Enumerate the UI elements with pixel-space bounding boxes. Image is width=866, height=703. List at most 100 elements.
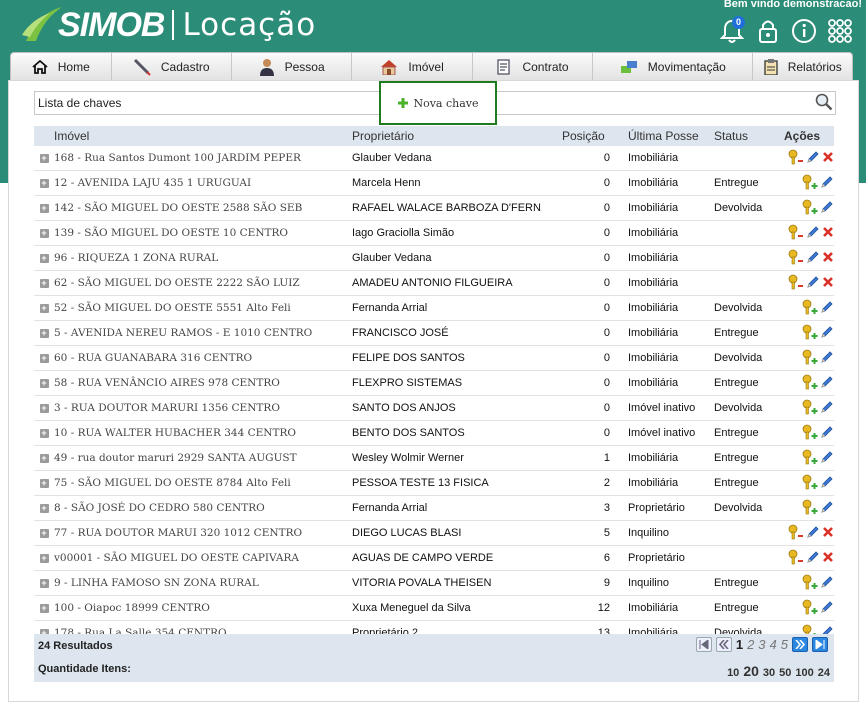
page-1[interactable]: 1 [736, 637, 743, 652]
expand-cell[interactable]: + [34, 445, 54, 471]
return-key-icon[interactable] [788, 274, 804, 293]
table-row[interactable]: +58 - RUA VENÂNCIO AIRES 978 CENTRO FLEXP… [34, 370, 834, 396]
edit-icon[interactable] [820, 400, 834, 417]
expand-plus-icon[interactable]: + [39, 428, 49, 438]
delete-icon[interactable] [822, 226, 834, 241]
nav-imovel[interactable]: Imóvel [352, 53, 473, 80]
delete-icon[interactable] [822, 151, 834, 166]
expand-cell[interactable]: + [34, 320, 54, 346]
checkout-key-icon[interactable] [802, 299, 818, 318]
delete-icon[interactable] [822, 276, 834, 291]
edit-icon[interactable] [820, 300, 834, 317]
table-row[interactable]: +52 - SÃO MIGUEL DO OESTE 5551 Alto Feli… [34, 295, 834, 321]
expand-cell[interactable]: + [34, 295, 54, 321]
prev-page-icon[interactable] [715, 637, 732, 652]
table-row[interactable]: +12 - AVENIDA LAJU 435 1 URUGUAI Marcela … [34, 170, 834, 196]
checkout-key-icon[interactable] [802, 474, 818, 493]
header-posicao[interactable]: Posição [562, 126, 628, 146]
edit-icon[interactable] [820, 600, 834, 617]
table-row[interactable]: +96 - RIQUEZA 1 ZONA RURAL Glauber Vedana… [34, 245, 834, 271]
expand-cell[interactable]: + [34, 520, 54, 546]
page-size-all[interactable]: 24 [818, 667, 830, 679]
edit-icon[interactable] [806, 225, 820, 242]
checkout-key-icon[interactable] [802, 349, 818, 368]
expand-cell[interactable]: + [34, 270, 54, 296]
table-row[interactable]: +168 - Rua Santos Dumont 100 JARDIM PEPE… [34, 146, 834, 171]
checkout-key-icon[interactable] [802, 374, 818, 393]
table-row[interactable]: +60 - RUA GUANABARA 316 CENTRO FELIPE DOS… [34, 345, 834, 371]
expand-plus-icon[interactable]: + [39, 603, 49, 613]
expand-cell[interactable]: + [34, 595, 54, 621]
page-2[interactable]: 2 [747, 637, 754, 652]
expand-plus-icon[interactable]: + [39, 278, 49, 288]
page-3[interactable]: 3 [758, 637, 765, 652]
info-icon[interactable] [790, 16, 818, 46]
return-key-icon[interactable] [788, 524, 804, 543]
edit-icon[interactable] [820, 575, 834, 592]
edit-icon[interactable] [820, 200, 834, 217]
page-size-100[interactable]: 100 [795, 667, 813, 679]
apps-grid-icon[interactable] [826, 16, 854, 46]
page-size-50[interactable]: 50 [779, 667, 791, 679]
expand-cell[interactable]: + [34, 370, 54, 396]
nav-contrato[interactable]: Contrato [473, 53, 594, 80]
edit-icon[interactable] [820, 350, 834, 367]
nav-movimentacao[interactable]: Movimentação [593, 53, 754, 80]
expand-plus-icon[interactable]: + [39, 153, 49, 163]
table-row[interactable]: +77 - RUA DOUTOR MARUI 320 1012 CENTRO DI… [34, 520, 834, 546]
page-size-10[interactable]: 10 [727, 667, 739, 679]
edit-icon[interactable] [806, 250, 820, 267]
lock-icon[interactable] [754, 16, 782, 46]
edit-icon[interactable] [820, 425, 834, 442]
expand-plus-icon[interactable]: + [39, 228, 49, 238]
last-page-icon[interactable] [812, 637, 828, 652]
nav-relatorios[interactable]: Relatórios [753, 53, 852, 80]
table-row[interactable]: +100 - Oiapoc 18999 CENTRO Xuxa Meneguel … [34, 595, 834, 621]
expand-cell[interactable]: + [34, 345, 54, 371]
return-key-icon[interactable] [788, 224, 804, 243]
edit-icon[interactable] [820, 375, 834, 392]
expand-cell[interactable]: + [34, 545, 54, 571]
logo[interactable]: SIMOB Locação [20, 2, 316, 48]
expand-cell[interactable]: + [34, 570, 54, 596]
page-5[interactable]: 5 [781, 637, 788, 652]
table-row[interactable]: +10 - RUA WALTER HUBACHER 344 CENTRO BENT… [34, 420, 834, 446]
expand-cell[interactable]: + [34, 195, 54, 221]
expand-plus-icon[interactable]: + [39, 178, 49, 188]
new-key-button[interactable]: Nova chave [379, 81, 497, 125]
expand-plus-icon[interactable]: + [39, 353, 49, 363]
edit-icon[interactable] [820, 500, 834, 517]
expand-plus-icon[interactable]: + [39, 328, 49, 338]
expand-plus-icon[interactable]: + [39, 478, 49, 488]
checkout-key-icon[interactable] [802, 499, 818, 518]
checkout-key-icon[interactable] [802, 174, 818, 193]
table-row[interactable]: +5 - AVENIDA NEREU RAMOS - E 1010 CENTRO… [34, 320, 834, 346]
table-row[interactable]: +8 - SÃO JOSÉ DO CEDRO 580 CENTRO Fernand… [34, 495, 834, 521]
next-page-icon[interactable] [792, 637, 808, 652]
header-status[interactable]: Status [714, 126, 784, 146]
table-row[interactable]: +62 - SÃO MIGUEL DO OESTE 2222 SÃO LUIZ A… [34, 270, 834, 296]
return-key-icon[interactable] [788, 549, 804, 568]
expand-cell[interactable]: + [34, 146, 54, 171]
header-imovel[interactable]: Imóvel [54, 126, 352, 146]
edit-icon[interactable] [820, 175, 834, 192]
table-row[interactable]: +49 - rua doutor maruri 2929 SANTA AUGUS… [34, 445, 834, 471]
search-icon[interactable] [815, 93, 833, 111]
nav-cadastro[interactable]: Cadastro [112, 53, 232, 80]
delete-icon[interactable] [822, 251, 834, 266]
expand-cell[interactable]: + [34, 395, 54, 421]
expand-plus-icon[interactable]: + [39, 403, 49, 413]
table-row[interactable]: +139 - SÃO MIGUEL DO OESTE 10 CENTRO Iago… [34, 220, 834, 246]
page-size-30[interactable]: 30 [763, 667, 775, 679]
expand-plus-icon[interactable]: + [39, 453, 49, 463]
expand-cell[interactable]: + [34, 220, 54, 246]
expand-cell[interactable]: + [34, 170, 54, 196]
nav-pessoa[interactable]: Pessoa [232, 53, 353, 80]
edit-icon[interactable] [820, 325, 834, 342]
table-row[interactable]: +75 - SÃO MIGUEL DO OESTE 8784 Alto Feli… [34, 470, 834, 496]
delete-icon[interactable] [822, 551, 834, 566]
checkout-key-icon[interactable] [802, 574, 818, 593]
edit-icon[interactable] [806, 525, 820, 542]
expand-plus-icon[interactable]: + [39, 203, 49, 213]
return-key-icon[interactable] [788, 149, 804, 168]
